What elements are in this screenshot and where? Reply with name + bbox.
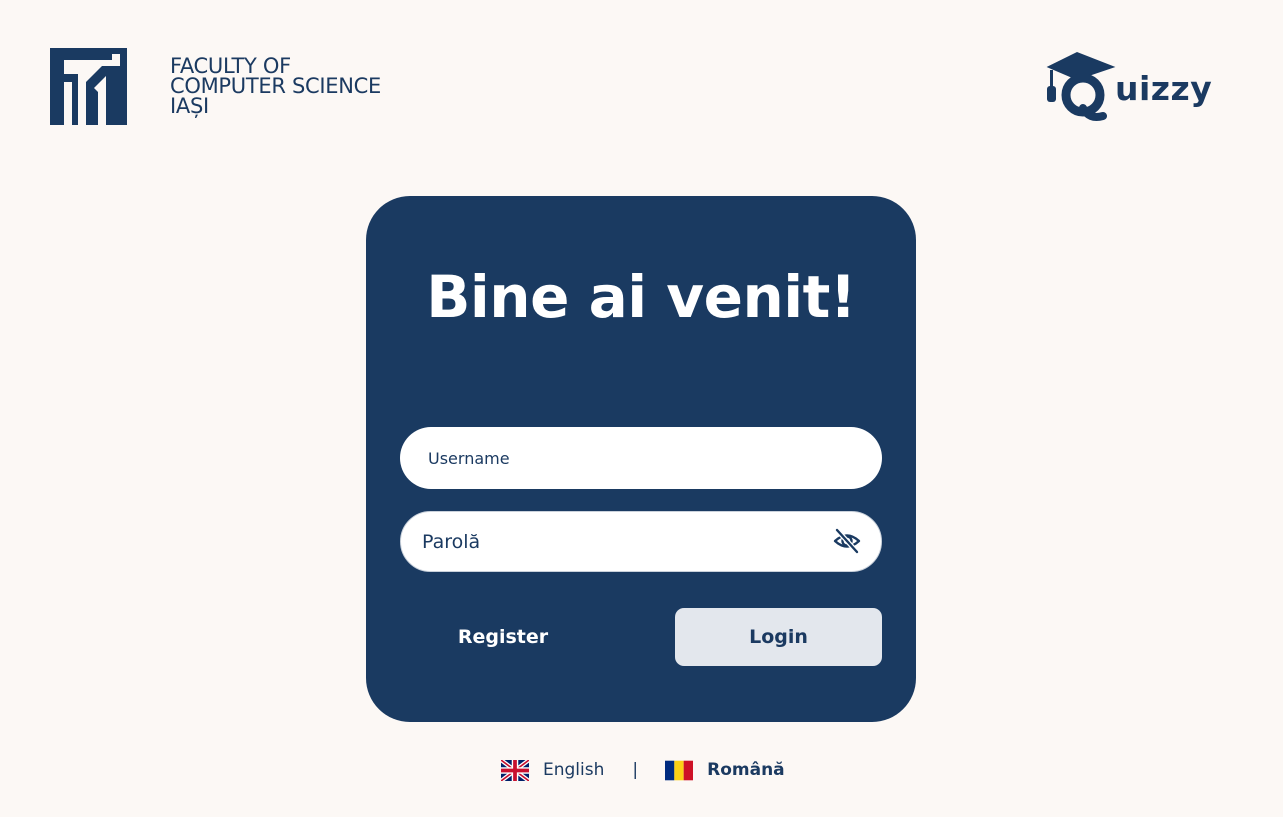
faculty-name-line2: COMPUTER SCIENCE bbox=[170, 74, 382, 98]
app-logo: uizzy bbox=[1045, 50, 1212, 122]
eye-off-icon bbox=[833, 528, 861, 554]
login-card: Bine ai venit! Register Login bbox=[366, 196, 916, 722]
register-button[interactable]: Register bbox=[400, 608, 606, 666]
faculty-name: FACULTY OF COMPUTER SCIENCE IAȘI bbox=[170, 54, 382, 118]
fii-logo-icon bbox=[50, 48, 127, 125]
graduation-cap-q-icon bbox=[1046, 52, 1116, 121]
password-field[interactable] bbox=[400, 511, 882, 572]
app-name: uizzy bbox=[1115, 69, 1213, 108]
username-field[interactable] bbox=[400, 427, 882, 489]
faculty-logo: FACULTY OF COMPUTER SCIENCE IAȘI bbox=[50, 48, 381, 125]
language-option-romanian[interactable]: Română bbox=[665, 760, 785, 781]
toggle-password-visibility-button[interactable] bbox=[832, 526, 862, 556]
faculty-name-line1: FACULTY OF bbox=[170, 54, 291, 78]
language-switcher: English | Română bbox=[501, 758, 785, 782]
faculty-name-line3: IAȘI bbox=[170, 94, 209, 118]
username-input[interactable] bbox=[400, 427, 882, 489]
uk-flag-icon bbox=[501, 759, 529, 781]
language-separator: | bbox=[632, 760, 639, 780]
language-option-english[interactable]: English bbox=[501, 759, 605, 781]
welcome-title: Bine ai venit! bbox=[426, 263, 856, 331]
language-label-english: English bbox=[543, 760, 605, 780]
password-input[interactable] bbox=[401, 512, 881, 571]
romania-flag-icon bbox=[665, 760, 694, 780]
login-button[interactable]: Login bbox=[675, 608, 882, 666]
language-label-romanian: Română bbox=[707, 760, 785, 780]
